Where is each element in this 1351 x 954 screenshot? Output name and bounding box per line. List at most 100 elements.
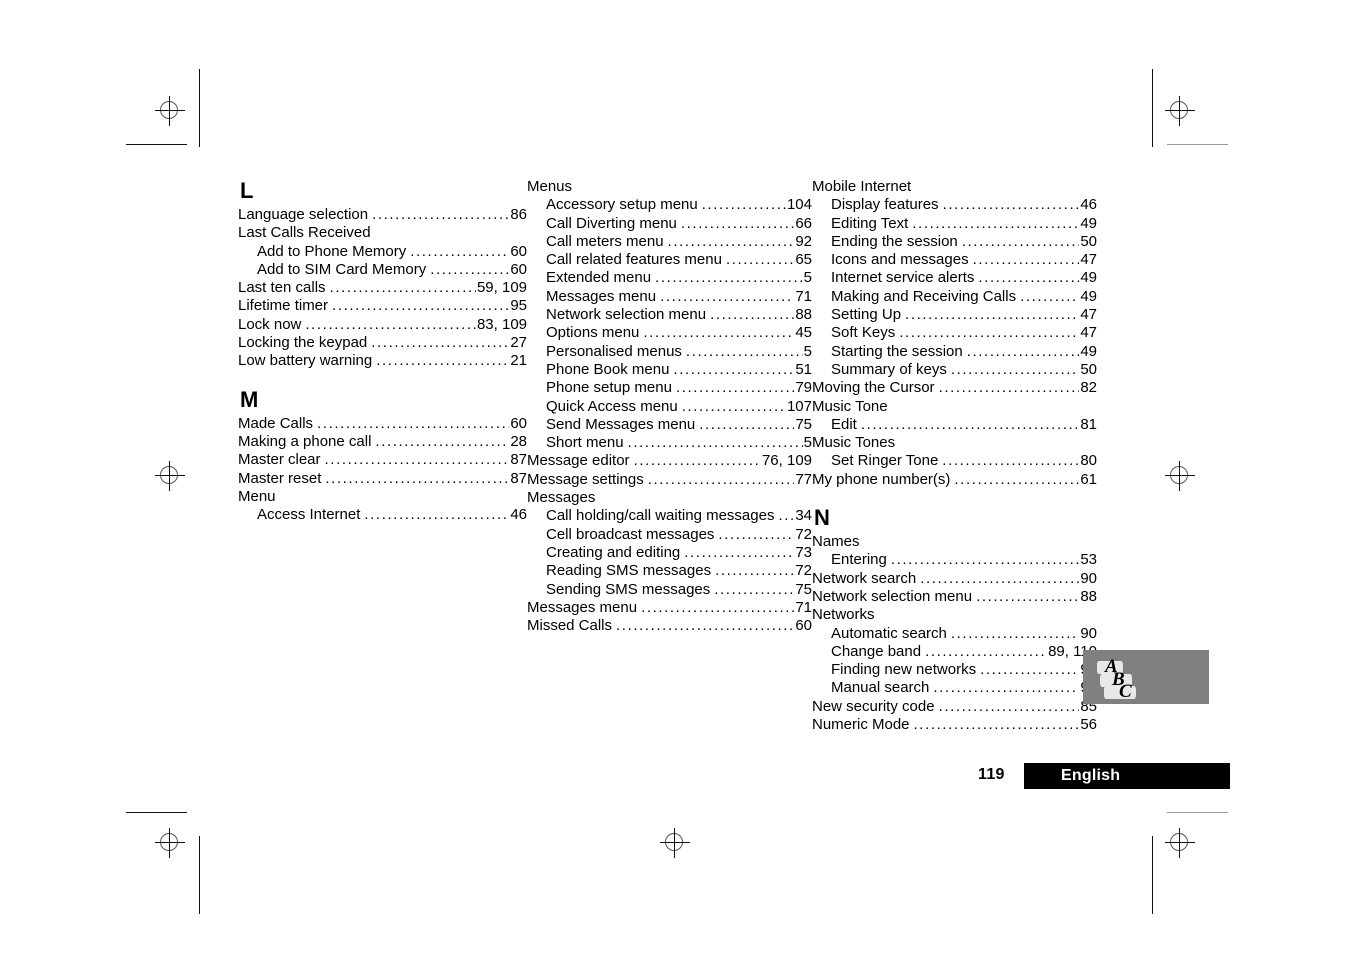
index-entry-leader: ........................................…	[860, 415, 1079, 433]
index-entry[interactable]: Menu....................................…	[238, 488, 527, 506]
index-entry-label: Call Diverting menu	[546, 214, 677, 232]
index-entry[interactable]: Locking the keypad......................…	[238, 334, 527, 352]
index-entry-leader: ........................................…	[938, 697, 1080, 715]
index-entry[interactable]: Made Calls..............................…	[238, 415, 527, 433]
index-entry[interactable]: Send Messages menu......................…	[527, 416, 812, 434]
index-entry[interactable]: Options menu............................…	[527, 324, 812, 342]
index-entry-page: 49	[1080, 287, 1097, 305]
index-entry[interactable]: My phone number(s)......................…	[812, 471, 1097, 489]
index-entry[interactable]: Call holding/call waiting messages......…	[527, 507, 812, 525]
index-entry[interactable]: Extended menu...........................…	[527, 269, 812, 287]
index-entry[interactable]: Cell broadcast messages.................…	[527, 526, 812, 544]
index-entry[interactable]: Lock now................................…	[238, 316, 527, 334]
index-entry-leader: ........................................…	[715, 562, 794, 580]
section-letter-n: N	[814, 505, 831, 531]
index-entry[interactable]: Set Ringer Tone.........................…	[812, 452, 1097, 470]
index-entry[interactable]: Personalised menus......................…	[527, 343, 812, 361]
index-entry[interactable]: Menus...................................…	[527, 178, 812, 196]
index-entry[interactable]: Network selection menu..................…	[812, 588, 1097, 606]
index-entry-leader: ........................................…	[961, 232, 1080, 250]
index-entry[interactable]: Message settings........................…	[527, 471, 812, 489]
index-entry-label: Add to Phone Memory	[257, 242, 407, 260]
index-entry-leader: ........................................…	[942, 452, 1079, 470]
index-entry[interactable]: Finding new networks....................…	[812, 661, 1097, 679]
index-entry[interactable]: Last ten calls..........................…	[238, 279, 527, 297]
registration-horizontal-line	[660, 842, 690, 843]
index-entry-page: 60	[510, 414, 527, 432]
index-entry[interactable]: Call related features menu..............…	[527, 251, 812, 269]
index-entry[interactable]: Lifetime timer..........................…	[238, 297, 527, 315]
index-entry-page: 47	[1080, 251, 1097, 269]
index-entry[interactable]: Master clear............................…	[238, 451, 527, 469]
index-entry[interactable]: Low battery warning.....................…	[238, 352, 527, 370]
registration-horizontal-line	[155, 842, 185, 843]
index-entry[interactable]: Change band.............................…	[812, 643, 1097, 661]
index-entry-label: Change band	[831, 642, 922, 660]
index-entry[interactable]: Messages menu...........................…	[527, 288, 812, 306]
index-entry[interactable]: Master reset............................…	[238, 470, 527, 488]
index-entry[interactable]: Creating and editing....................…	[527, 544, 812, 562]
index-entry-page: 90	[1080, 624, 1097, 642]
index-entry[interactable]: Short menu..............................…	[527, 434, 812, 452]
index-entry[interactable]: Messages menu...........................…	[527, 599, 812, 617]
index-entry[interactable]: Sending SMS messages....................…	[527, 581, 812, 599]
index-entry-label: Summary of keys	[831, 360, 947, 378]
index-entry[interactable]: Setting Up..............................…	[812, 306, 1097, 324]
index-entry[interactable]: Edit....................................…	[812, 416, 1097, 434]
index-entry[interactable]: Numeric Mode............................…	[812, 716, 1097, 734]
index-entry[interactable]: Moving the Cursor.......................…	[812, 379, 1097, 397]
index-entry[interactable]: Access Internet.........................…	[238, 506, 527, 524]
index-entry[interactable]: Display features........................…	[812, 196, 1097, 214]
index-entry[interactable]: Call Diverting menu.....................…	[527, 215, 812, 233]
index-entry[interactable]: Add to Phone Memory.....................…	[238, 243, 527, 261]
index-entry-page: 104	[786, 196, 812, 214]
index-entry[interactable]: Networks................................…	[812, 606, 1097, 624]
index-entry[interactable]: Automatic search........................…	[812, 625, 1097, 643]
index-entry[interactable]: Missed Calls............................…	[527, 617, 812, 635]
index-entry[interactable]: Ending the session......................…	[812, 233, 1097, 251]
index-entry-page: 47	[1080, 324, 1097, 342]
index-entry-leader: ........................................…	[647, 470, 795, 488]
index-entry[interactable]: Messages................................…	[527, 489, 812, 507]
index-entry[interactable]: Entering................................…	[812, 551, 1097, 569]
index-entry[interactable]: Quick Access menu.......................…	[527, 398, 812, 416]
index-entry[interactable]: Language selection......................…	[238, 206, 527, 224]
registration-mark-bottom-left	[153, 826, 187, 860]
index-entry-leader: ........................................…	[681, 397, 786, 415]
index-entry[interactable]: Network selection menu..................…	[527, 306, 812, 324]
registration-vertical-line	[169, 461, 170, 491]
index-entry[interactable]: Making and Receiving Calls..............…	[812, 288, 1097, 306]
index-entry-label: Set Ringer Tone	[831, 452, 939, 470]
index-entry[interactable]: Music Tone..............................…	[812, 398, 1097, 416]
index-entry-leader: ........................................…	[329, 279, 476, 297]
index-entry[interactable]: Phone setup menu........................…	[527, 379, 812, 397]
index-entry-leader: ........................................…	[933, 679, 1079, 697]
index-entry[interactable]: Internet service alerts.................…	[812, 269, 1097, 287]
index-entry[interactable]: Icons and messages......................…	[812, 251, 1097, 269]
index-entry-label: Icons and messages	[831, 251, 969, 269]
index-entry[interactable]: Mobile Internet.........................…	[812, 178, 1097, 196]
index-entry[interactable]: Making a phone call.....................…	[238, 433, 527, 451]
index-entry[interactable]: Music Tones.............................…	[812, 434, 1097, 452]
index-entry[interactable]: Network search..........................…	[812, 570, 1097, 588]
index-entry-page: 65	[795, 251, 812, 269]
index-entry[interactable]: Editing Text............................…	[812, 215, 1097, 233]
index-entry[interactable]: Manual search...........................…	[812, 679, 1097, 697]
index-entry[interactable]: Last Calls Received.....................…	[238, 224, 527, 242]
index-entry-label: Menu	[238, 487, 276, 505]
index-entry[interactable]: Reading SMS messages....................…	[527, 562, 812, 580]
index-entry-leader: ........................................…	[376, 352, 509, 370]
index-entry[interactable]: Phone Book menu.........................…	[527, 361, 812, 379]
index-entry-leader: ........................................…	[364, 506, 509, 524]
index-entry[interactable]: Soft Keys...............................…	[812, 324, 1097, 342]
index-entry[interactable]: Names...................................…	[812, 533, 1097, 551]
index-entry[interactable]: Summary of keys.........................…	[812, 361, 1097, 379]
index-entry[interactable]: Call meters menu........................…	[527, 233, 812, 251]
index-entry[interactable]: Accessory setup menu....................…	[527, 196, 812, 214]
index-entry[interactable]: Starting the session....................…	[812, 343, 1097, 361]
index-entry-page: 73	[795, 543, 812, 561]
index-entry[interactable]: New security code.......................…	[812, 698, 1097, 716]
index-entry[interactable]: Message editor..........................…	[527, 452, 812, 470]
index-entry-leader: ........................................…	[718, 525, 794, 543]
index-entry[interactable]: Add to SIM Card Memory..................…	[238, 261, 527, 279]
